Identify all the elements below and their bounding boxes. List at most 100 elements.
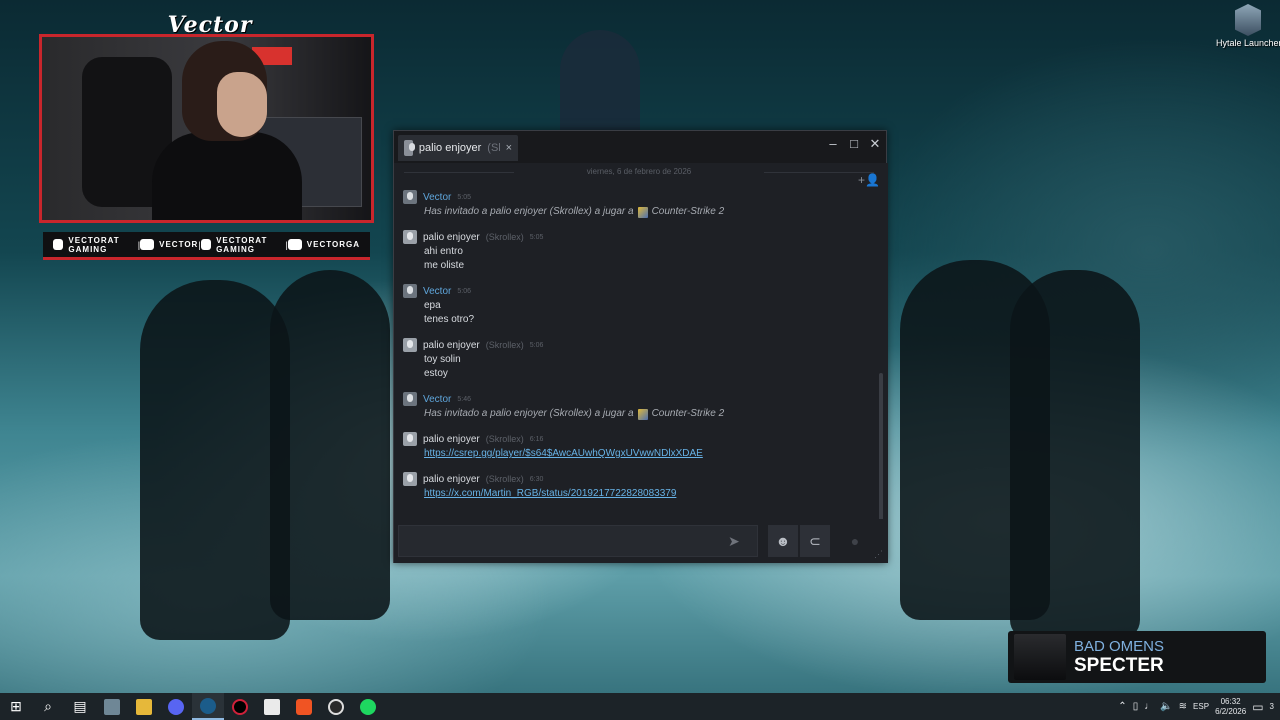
message-line: estoy (424, 368, 448, 379)
discord-icon[interactable] (160, 693, 192, 720)
paperclip-icon[interactable]: ⊂ (800, 525, 830, 557)
message-author[interactable]: palio enjoyer (423, 434, 480, 445)
message-link[interactable]: https://csrep.gg/player/$s64$AwcAUwhQWgx… (403, 447, 863, 461)
clock-date: 6/2/2026 (1215, 706, 1247, 716)
file-explorer-icon[interactable] (96, 693, 128, 720)
social-label: VECTORAT GAMING (216, 235, 268, 254)
start-icon[interactable]: ⊞ (0, 693, 32, 720)
notifications-icon[interactable]: ▭ (1252, 700, 1263, 714)
album-art (1014, 634, 1066, 680)
message-time: 5:05 (529, 233, 544, 241)
message-time: 5:06 (529, 341, 544, 349)
now-playing-artist: BAD OMENS (1074, 637, 1165, 655)
message-author[interactable]: palio enjoyer (423, 474, 480, 485)
desktop-icon-label: Hytale Launcher (1216, 38, 1280, 48)
message-time: 6:30 (529, 475, 544, 483)
resize-grip-icon[interactable]: ⋰ (874, 549, 883, 560)
chat-tab-name: palio enjoyer (418, 142, 482, 154)
taskbar-clock[interactable]: 06:32 6/2/2026 (1215, 697, 1246, 717)
language-indicator[interactable]: ESP (1193, 702, 1209, 711)
epic-games-icon[interactable] (256, 693, 288, 720)
social-label: VECTORGA (306, 240, 360, 249)
notification-count: 3 (1269, 702, 1274, 711)
maximize-button[interactable]: □ (843, 134, 865, 156)
social-label: VECTOR (159, 240, 199, 249)
webcam-frame (39, 34, 374, 223)
message-line: epa (424, 300, 441, 311)
message-author[interactable]: palio enjoyer (423, 232, 480, 243)
brave-icon[interactable] (288, 693, 320, 720)
avatar (404, 140, 415, 156)
phone-link-icon[interactable]: ▯ (1133, 701, 1139, 712)
message-time: 5:06 (457, 287, 471, 295)
avatar[interactable] (403, 284, 417, 298)
add-friend-icon[interactable]: +👤 (858, 173, 880, 187)
avatar[interactable] (403, 230, 417, 244)
message-line: tenes otro? (424, 314, 475, 325)
avatar[interactable] (403, 338, 417, 352)
message-line: ahi entro (424, 246, 463, 257)
message-author[interactable]: Vector (423, 286, 451, 297)
system-tray: ⌃ ▯ ♩ 🔈 ≋ ESP 06:32 6/2/2026 ▭ 3 (1118, 693, 1280, 720)
network-icon[interactable]: ≋ (1179, 701, 1187, 712)
emoji-icon[interactable]: ☻ (768, 525, 798, 557)
avatar[interactable] (403, 190, 417, 204)
message-author[interactable]: Vector (423, 394, 451, 405)
chat-message: Vector 5:46 Has invitado a palio enjoyer… (403, 391, 863, 421)
counter-strike-2-icon (637, 206, 648, 218)
message-line: me oliste (424, 260, 465, 271)
message-nick: (Skrollex) (485, 232, 524, 242)
chat-tab-nick: (Skrollex) (487, 142, 499, 154)
social-twitter: VECTORAT GAMING (200, 235, 286, 254)
wallpaper-figure (1010, 270, 1140, 640)
message-author[interactable]: palio enjoyer (423, 340, 480, 351)
chat-message-input[interactable] (398, 525, 758, 557)
microphone-icon[interactable]: ● (840, 525, 870, 557)
steam-icon[interactable] (192, 693, 224, 720)
close-tab-icon[interactable]: × (506, 142, 512, 154)
folder-icon[interactable] (128, 693, 160, 720)
now-playing-text: BAD OMENS SPECTER (1074, 638, 1164, 677)
date-divider: viernes, 6 de febrero de 2026 (404, 167, 874, 176)
chat-message: palio enjoyer (Skrollex) 6:16 https://cs… (403, 431, 863, 461)
steam-chat-window: palio enjoyer (Skrollex) × – □ ✕ viernes… (393, 130, 888, 563)
invite-text: Has invitado a palio enjoyer (Skrollex) … (424, 408, 634, 419)
send-icon[interactable]: ➤ (728, 533, 740, 550)
desktop-icon-hytale[interactable]: Hytale Launcher (1216, 4, 1280, 48)
instagram-icon (287, 239, 302, 250)
youtube-icon (53, 239, 64, 250)
avatar[interactable] (403, 392, 417, 406)
volume-icon[interactable]: 🔈 (1160, 701, 1172, 712)
avatar[interactable] (403, 432, 417, 446)
hytale-launcher-icon (1235, 4, 1261, 36)
message-time: 5:46 (457, 395, 471, 403)
now-playing-song: SPECTER (1074, 654, 1164, 676)
chat-history[interactable]: viernes, 6 de febrero de 2026 +👤 Vector … (394, 163, 888, 549)
microphone-icon[interactable]: ♩ (1144, 701, 1154, 712)
search-icon[interactable]: ⌕ (32, 693, 64, 720)
message-time: 6:16 (529, 435, 544, 443)
spotify-icon[interactable] (352, 693, 384, 720)
chat-input-bar: ➤ ☻ ⊂ ● ⋰ (394, 519, 888, 563)
clock-time: 06:32 (1220, 696, 1241, 706)
task-view-icon[interactable]: ▤ (64, 693, 96, 720)
obs-icon[interactable] (320, 693, 352, 720)
social-twitch: VECTOR (140, 239, 198, 250)
opera-gx-icon[interactable] (224, 693, 256, 720)
message-link[interactable]: https://x.com/Martin_RGB/status/20192177… (403, 487, 863, 501)
social-bar: VECTORAT GAMING | VECTOR | VECTORAT GAMI… (43, 232, 370, 260)
webcam-person (152, 132, 302, 220)
minimize-button[interactable]: – (822, 134, 844, 156)
chevron-up-icon[interactable]: ⌃ (1118, 701, 1126, 712)
chat-message: Vector 5:06 epa tenes otro? (403, 283, 863, 327)
close-button[interactable]: ✕ (864, 134, 886, 156)
avatar[interactable] (403, 472, 417, 486)
twitch-icon (140, 239, 155, 250)
chat-message: palio enjoyer (Skrollex) 5:06 toy solin … (403, 337, 863, 381)
chat-titlebar[interactable]: palio enjoyer (Skrollex) × – □ ✕ (394, 131, 886, 163)
taskbar: ⊞ ⌕ ▤ ⌃ ▯ ♩ 🔈 ≋ ESP 06:32 6/2/2026 ▭ 3 (0, 693, 1280, 720)
message-author[interactable]: Vector (423, 192, 451, 203)
wallpaper-figure (140, 280, 290, 640)
chat-tab[interactable]: palio enjoyer (Skrollex) × (398, 135, 518, 161)
game-invite: Has invitado a palio enjoyer (Skrollex) … (403, 205, 863, 219)
